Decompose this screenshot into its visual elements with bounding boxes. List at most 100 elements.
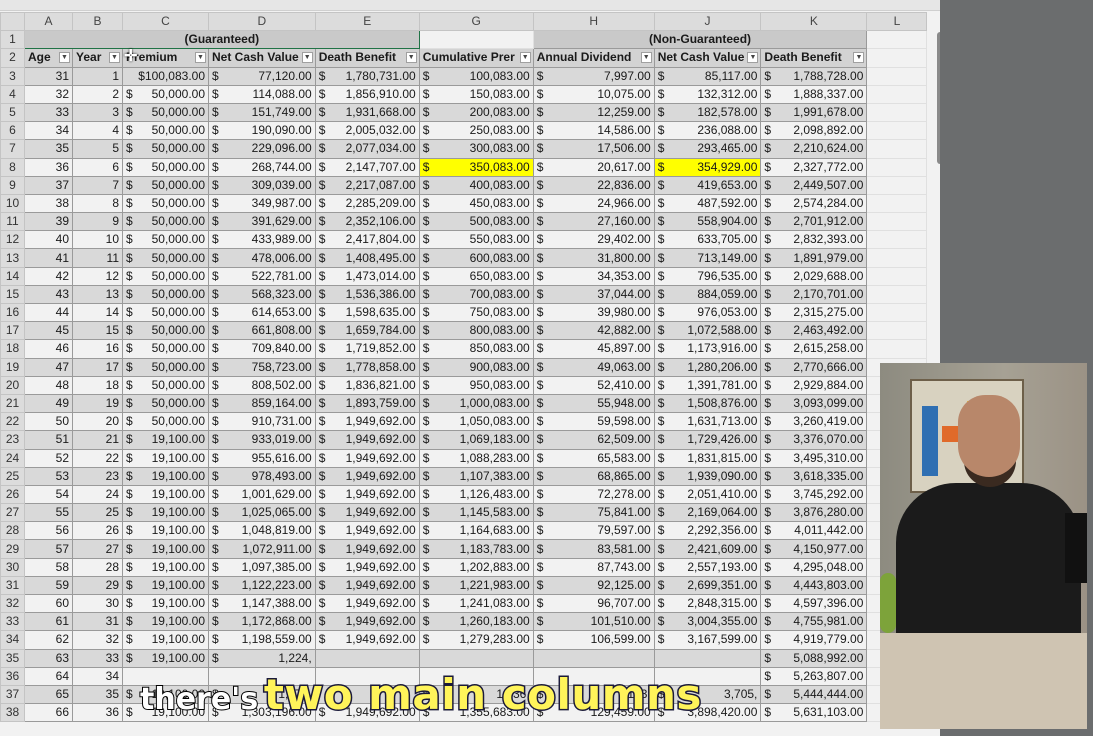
net-cash-value-ng-cell[interactable]: $1,631,713.00 [653,412,762,432]
annual-dividend-cell[interactable]: $65,583.00 [532,448,655,468]
column-header-d[interactable]: D [208,11,316,32]
year-cell[interactable]: 9 [72,212,123,232]
header-age[interactable]: Age ▼ [24,48,73,68]
year-cell[interactable]: 11 [72,248,123,268]
age-cell[interactable]: 37 [24,175,73,195]
age-cell[interactable]: 57 [24,539,73,559]
net-cash-value-cell[interactable]: $1,224, [208,648,316,668]
death-benefit-cell[interactable]: $1,949,692.00 [314,503,420,523]
cumulative-premium-cell[interactable]: $400,083.00 [418,175,534,195]
net-cash-value-cell[interactable]: $309,039.00 [208,175,316,195]
row-number[interactable]: 19 [0,357,25,377]
annual-dividend-cell[interactable]: $62,509.00 [532,430,655,450]
net-cash-value-cell[interactable]: $808,502.00 [208,375,316,395]
row-number[interactable]: 28 [0,521,25,541]
death-benefit-cell[interactable]: $1,836,821.00 [314,375,420,395]
age-cell[interactable]: 39 [24,212,73,232]
death-benefit-cell[interactable]: $1,598,635.00 [314,302,420,323]
death-benefit-cell[interactable]: $1,780,731.00 [314,66,420,86]
net-cash-value-cell[interactable]: $229,096.00 [208,139,316,159]
premium-cell[interactable]: $19,100.00 [122,448,209,468]
annual-dividend-cell[interactable]: $87,743.00 [532,557,655,577]
death-benefit-ng-cell[interactable]: $5,444,444.00 [760,684,868,705]
age-cell[interactable]: 42 [24,266,73,286]
cumulative-premium-cell[interactable]: $550,083.00 [418,230,534,250]
age-cell[interactable]: 51 [24,430,73,450]
annual-dividend-cell[interactable]: $55,948.00 [532,393,655,414]
death-benefit-cell[interactable]: $1,408,495.00 [314,248,420,268]
row-number[interactable]: 26 [0,484,25,505]
scrollbar-thumb[interactable] [937,32,940,164]
header-cumulative-premium[interactable]: Cumulative Prer ▼ [418,48,534,68]
premium-cell[interactable]: $50,000.00 [122,375,209,395]
annual-dividend-cell[interactable]: $22,836.00 [532,175,655,195]
net-cash-value-ng-cell[interactable]: $85,117.00 [653,66,762,86]
death-benefit-cell[interactable]: $1,949,692.00 [314,612,420,632]
net-cash-value-ng-cell[interactable]: $1,831,815.00 [653,448,762,468]
net-cash-value-cell[interactable]: $268,744.00 [208,157,316,177]
row-number[interactable]: 33 [0,612,25,632]
row-number[interactable]: 16 [0,302,25,323]
row-number[interactable]: 3 [0,66,25,86]
death-benefit-cell[interactable]: $1,949,692.00 [314,539,420,559]
death-benefit-ng-cell[interactable]: $3,495,310.00 [760,448,868,468]
non-guaranteed-group-header[interactable]: (Non-Guaranteed) [532,30,868,50]
death-benefit-ng-cell[interactable]: $3,260,419.00 [760,412,868,432]
net-cash-value-cell[interactable]: $1,001,629.00 [208,484,316,505]
cell[interactable] [866,48,928,68]
death-benefit-cell[interactable]: $1,931,668.00 [314,102,420,123]
net-cash-value-cell[interactable]: $77,120.00 [208,66,316,86]
row-number[interactable]: 27 [0,503,25,523]
net-cash-value-ng-cell[interactable]: $354,929.00 [653,157,762,177]
net-cash-value-ng-cell[interactable]: $1,173,916.00 [653,339,762,359]
cumulative-premium-cell[interactable]: $1,183,783.00 [418,539,534,559]
year-cell[interactable]: 31 [72,612,123,632]
net-cash-value-cell[interactable]: $1,025,065.00 [208,503,316,523]
cumulative-premium-cell[interactable]: $1,000,083.00 [418,393,534,414]
filter-dropdown-icon[interactable]: ▼ [301,52,313,64]
death-benefit-ng-cell[interactable]: $2,210,624.00 [760,139,868,159]
column-header-l[interactable]: L [866,11,928,32]
premium-cell[interactable]: $50,000.00 [122,339,209,359]
row-number[interactable]: 30 [0,557,25,577]
cumulative-premium-cell[interactable]: $1,145,583.00 [418,503,534,523]
cumulative-premium-cell[interactable]: $1,260,183.00 [418,612,534,632]
net-cash-value-cell[interactable]: $709,840.00 [208,339,316,359]
premium-cell[interactable]: $50,000.00 [122,193,209,214]
row-number[interactable]: 9 [0,175,25,195]
cell[interactable] [866,175,928,195]
net-cash-value-ng-cell[interactable]: $236,088.00 [653,121,762,141]
age-cell[interactable]: 41 [24,248,73,268]
cell[interactable] [866,121,928,141]
death-benefit-ng-cell[interactable]: $2,170,701.00 [760,284,868,305]
cell[interactable] [866,157,928,177]
annual-dividend-cell[interactable]: $24,966.00 [532,193,655,214]
net-cash-value-ng-cell[interactable]: $293,465.00 [653,139,762,159]
annual-dividend-cell[interactable] [532,648,655,668]
premium-cell[interactable]: $19,100.00 [122,557,209,577]
row-number[interactable]: 14 [0,266,25,286]
death-benefit-ng-cell[interactable]: $4,150,977.00 [760,539,868,559]
death-benefit-ng-cell[interactable]: $2,615,258.00 [760,339,868,359]
death-benefit-cell[interactable]: $2,147,707.00 [314,157,420,177]
death-benefit-cell[interactable] [314,648,420,668]
year-cell[interactable]: 20 [72,412,123,432]
net-cash-value-cell[interactable]: $190,090.00 [208,121,316,141]
annual-dividend-cell[interactable]: $12,259.00 [532,102,655,123]
net-cash-value-ng-cell[interactable]: $1,939,090.00 [653,466,762,486]
column-header-g[interactable]: G [418,11,534,32]
filter-dropdown-icon[interactable]: ▼ [109,52,120,64]
net-cash-value-cell[interactable]: $1,048,819.00 [208,521,316,541]
death-benefit-ng-cell[interactable]: $3,376,070.00 [760,430,868,450]
death-benefit-cell[interactable]: $2,352,106.00 [314,212,420,232]
death-benefit-cell[interactable]: $1,949,692.00 [314,557,420,577]
cumulative-premium-cell[interactable] [418,648,534,668]
cumulative-premium-cell[interactable]: $100,083.00 [418,66,534,86]
death-benefit-ng-cell[interactable]: $4,919,779.00 [760,630,868,650]
age-cell[interactable]: 40 [24,230,73,250]
annual-dividend-cell[interactable]: $83,581.00 [532,539,655,559]
year-cell[interactable]: 2 [72,84,123,104]
row-number[interactable]: 5 [0,102,25,123]
premium-cell[interactable]: $50,000.00 [122,266,209,286]
year-cell[interactable]: 33 [72,648,123,668]
